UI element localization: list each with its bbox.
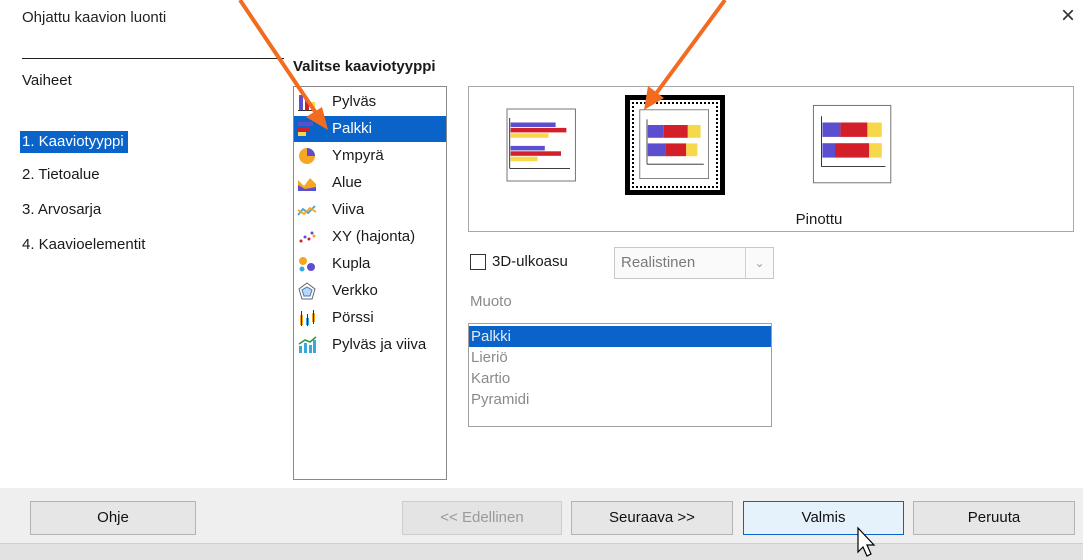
cancel-button-label: Peruuta <box>967 509 1021 526</box>
help-button[interactable]: Ohje <box>30 501 196 535</box>
chart-variant-panel: Pinottu <box>468 86 1074 232</box>
variant-percent-stacked-bar[interactable] <box>803 95 903 195</box>
bar-chart-icon <box>298 122 313 136</box>
chart-type-bubble[interactable]: Kupla <box>294 251 446 277</box>
window-title: Ohjattu kaavion luonti <box>22 9 167 26</box>
shape-item-bar[interactable]: Palkki <box>469 326 771 347</box>
finish-button-label: Valmis <box>801 509 846 526</box>
steps-divider <box>22 58 284 59</box>
bottom-strip <box>0 543 1083 560</box>
column-chart-icon <box>298 95 316 111</box>
step-chart-elements[interactable]: 4. Kaavioelementit <box>22 234 145 256</box>
shape-item-pyramid[interactable]: Pyramidi <box>469 389 771 410</box>
chart-type-line[interactable]: Viiva <box>294 197 446 223</box>
annotation-overlay <box>238 0 876 557</box>
3d-look-label: 3D-ulkoasu <box>492 253 568 270</box>
area-chart-icon <box>298 178 316 191</box>
next-button-label: Seuraava >> <box>609 509 695 526</box>
help-button-label: Ohje <box>97 509 129 526</box>
chart-type-net[interactable]: Verkko <box>294 278 446 304</box>
next-button[interactable]: Seuraava >> <box>571 501 733 535</box>
cancel-button[interactable]: Peruuta <box>913 501 1075 535</box>
chart-type-label: Alue <box>332 174 363 191</box>
chart-type-area[interactable]: Alue <box>294 170 446 196</box>
scatter-chart-icon <box>299 231 316 243</box>
chart-type-stock[interactable]: Pörssi <box>294 305 446 331</box>
shape-list[interactable]: Palkki Lieriö Kartio Pyramidi <box>468 323 772 427</box>
title-bar: Ohjattu kaavion luonti × <box>0 0 1083 40</box>
net-chart-icon <box>298 282 316 300</box>
shape-item-cone[interactable]: Kartio <box>469 368 771 389</box>
chevron-down-icon: ⌄ <box>745 248 773 278</box>
chart-type-xy-scatter[interactable]: XY (hajonta) <box>294 224 446 250</box>
pie-chart-icon <box>299 148 315 164</box>
chart-type-label: Kupla <box>332 255 371 272</box>
step-chart-type[interactable]: 1. Kaaviotyyppi <box>20 131 128 153</box>
percent-stacked-bar-icon <box>812 104 892 184</box>
line-chart-icon <box>297 205 317 216</box>
button-bar: Ohje << Edellinen Seuraava >> Valmis Per… <box>0 488 1083 560</box>
chart-type-label: Ympyrä <box>332 147 384 164</box>
shape-label: Muoto <box>470 293 512 310</box>
chart-type-column-and-line[interactable]: Pylväs ja viiva <box>294 332 446 358</box>
steps-heading: Vaiheet <box>22 72 72 89</box>
stock-chart-icon <box>300 310 315 326</box>
chart-type-pie[interactable]: Ympyrä <box>294 143 446 169</box>
3d-look-checkbox[interactable] <box>470 254 486 270</box>
finish-button[interactable]: Valmis <box>743 501 904 535</box>
stacked-bar-icon <box>639 109 709 179</box>
chart-type-label: Viiva <box>332 201 365 218</box>
variant-caption: Pinottu <box>795 211 843 228</box>
chart-type-label: Verkko <box>332 282 378 299</box>
column-line-chart-icon <box>298 336 317 353</box>
chart-type-label: Pylväs <box>332 93 377 110</box>
chart-type-label: XY (hajonta) <box>332 228 416 245</box>
variant-stacked-bar[interactable] <box>625 95 725 195</box>
3d-scheme-select[interactable]: Realistinen ⌄ <box>614 247 774 279</box>
chart-type-bar[interactable]: Palkki <box>294 116 446 142</box>
chart-type-label: Pylväs ja viiva <box>332 336 427 353</box>
close-icon[interactable]: × <box>1061 2 1075 30</box>
chart-type-column[interactable]: Pylväs <box>294 89 446 115</box>
chart-type-heading: Valitse kaaviotyyppi <box>293 58 436 75</box>
shape-item-cylinder[interactable]: Lieriö <box>469 347 771 368</box>
back-button[interactable]: << Edellinen <box>402 501 562 535</box>
step-data-range[interactable]: 2. Tietoalue <box>22 164 100 186</box>
step-data-series[interactable]: 3. Arvosarja <box>22 199 101 221</box>
normal-bar-icon <box>506 108 576 182</box>
chart-type-list[interactable]: Pylväs Palkki Ympyrä Alue Viiva XY (hajo… <box>293 86 447 480</box>
3d-scheme-value: Realistinen <box>621 254 696 271</box>
bubble-chart-icon <box>299 257 315 272</box>
variant-normal-bar[interactable] <box>493 95 593 195</box>
back-button-label: << Edellinen <box>440 509 524 526</box>
chart-type-label: Pörssi <box>332 309 374 326</box>
chart-type-label: Palkki <box>332 120 373 137</box>
